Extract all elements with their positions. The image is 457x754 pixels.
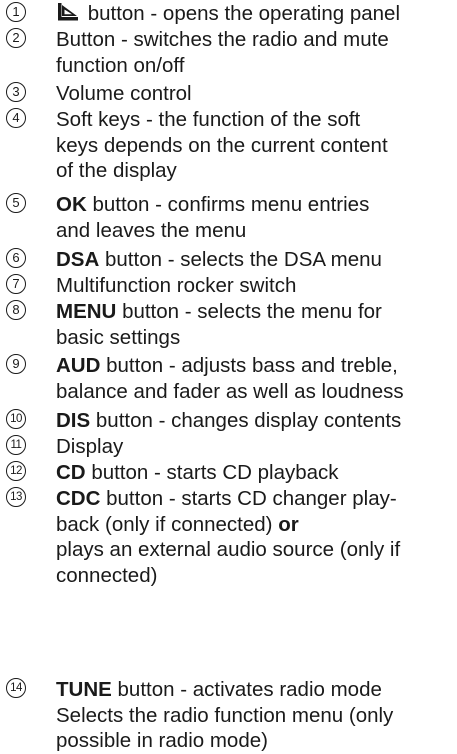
item-number-badge: 12: [6, 461, 26, 481]
key-name: CDC: [56, 487, 101, 510]
or-word: or: [278, 512, 299, 536]
key-name: TUNE: [56, 678, 112, 701]
key-name: AUD: [56, 354, 101, 377]
item-text-line: Selects the radio function menu (only: [56, 703, 394, 727]
key-name: OK: [56, 193, 87, 216]
item-number-badge: 6: [6, 248, 26, 268]
item-number-badge: 13: [6, 487, 26, 507]
item-text-line: DSA button - selects the DSA menu: [56, 248, 382, 271]
key-name: MENU: [56, 300, 117, 323]
item-text-line: Multifunction rocker switch: [56, 274, 297, 297]
item-number-badge: 9: [6, 354, 26, 374]
item-text-line: Volume control: [56, 82, 192, 105]
item-number-badge: 14: [6, 678, 26, 698]
item-text-line: Display: [56, 435, 124, 458]
item-text-line: OK button - confirms menu entries: [56, 193, 370, 216]
item-text-line: function on/off: [56, 53, 185, 77]
item-text-line: and leaves the menu: [56, 218, 247, 242]
item-number-badge: 5: [6, 193, 26, 213]
item-number-badge: 3: [6, 82, 26, 102]
key-name: DIS: [56, 409, 91, 432]
legend-list: 1 button - opens the operating panel 2 B…: [0, 0, 457, 753]
key-name: CD: [56, 461, 86, 484]
item-number-badge: 4: [6, 108, 26, 128]
item-number-badge: 11: [6, 435, 26, 455]
item-text-line: CDC button - starts CD changer play-: [56, 487, 397, 510]
item-text-line: of the display: [56, 159, 177, 182]
item-text-line: basic settings: [56, 325, 181, 349]
item-text-line: connected): [56, 563, 158, 587]
item-text-line: button - opens the operating panel: [56, 1, 455, 29]
item-text-line: plays an external audio source (only if: [56, 538, 401, 561]
item-text-line: AUD button - adjusts bass and treble,: [56, 354, 398, 377]
item-text-line: balance and fader as well as loudness: [56, 379, 404, 403]
item-text-line: Button - switches the radio and mute: [56, 28, 389, 51]
item-text-line: possible in radio mode): [56, 729, 268, 752]
item-text-line: MENU button - selects the menu for: [56, 300, 382, 323]
item-text-line: CD button - starts CD playback: [56, 461, 339, 484]
item-text-line: Soft keys - the function of the soft: [56, 108, 361, 131]
panel-open-icon: [56, 2, 80, 29]
item-text-line: TUNE button - activates radio mode: [56, 678, 382, 701]
item-text-line: keys depends on the current content: [56, 133, 388, 157]
item-text-line: back (only if connected) or: [56, 512, 299, 536]
item-text-line: DIS button - changes display contents: [56, 409, 402, 432]
item-number-badge: 1: [6, 2, 26, 22]
item-number-badge: 10: [6, 409, 26, 429]
item-number-badge: 2: [6, 28, 26, 48]
item-number-badge: 8: [6, 300, 26, 320]
item-number-badge: 7: [6, 274, 26, 294]
key-name: DSA: [56, 248, 100, 271]
